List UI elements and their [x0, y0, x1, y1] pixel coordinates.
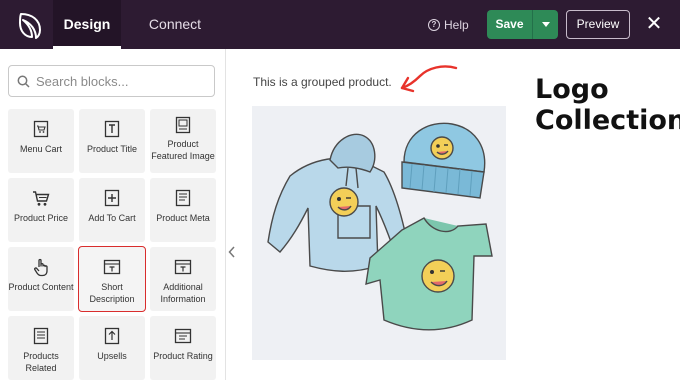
tab-design[interactable]: Design	[53, 0, 121, 49]
help-label: Help	[444, 18, 469, 32]
product-meta-icon	[173, 188, 193, 208]
block-add-to-cart[interactable]: Add To Cart	[79, 178, 145, 242]
additional-info-icon	[173, 257, 193, 277]
block-label: Product Content	[8, 282, 74, 292]
block-additional-information[interactable]: Additional Information	[150, 247, 216, 311]
help-icon: ?	[428, 19, 440, 31]
block-label: Upsells	[97, 351, 127, 361]
save-options-dropdown[interactable]	[533, 10, 558, 39]
top-bar: Design Connect ? Help Save Preview ✕	[0, 0, 680, 49]
product-image	[252, 106, 506, 360]
save-button-group: Save	[487, 10, 558, 39]
red-arrow-annotation	[400, 65, 458, 93]
help-link[interactable]: ? Help	[428, 16, 469, 34]
close-icon[interactable]: ✕	[644, 13, 664, 35]
block-label: Product Price	[13, 213, 69, 223]
block-label: Products Related	[23, 351, 59, 373]
search-blocks-field[interactable]	[8, 65, 215, 97]
short-description-icon	[102, 257, 122, 277]
tshirt-graphic	[365, 217, 493, 331]
logo-collection-title: Logo Collection	[535, 74, 680, 136]
featured-image-icon	[173, 115, 193, 135]
hand-pointer-icon	[31, 257, 51, 277]
block-product-title[interactable]: Product Title	[79, 109, 145, 173]
block-products-related[interactable]: Products Related	[8, 316, 74, 380]
blocks-sidebar: Menu Cart Product Title Product Featured…	[0, 49, 226, 380]
block-label: Product Featured Image	[151, 139, 215, 161]
upsells-icon	[102, 326, 122, 346]
search-icon	[17, 75, 30, 88]
apparel-illustration	[267, 122, 493, 331]
block-menu-cart[interactable]: Menu Cart	[8, 109, 74, 173]
block-label: Additional Information	[160, 282, 206, 304]
title-line-2: Collection	[535, 105, 680, 136]
menu-cart-icon	[31, 119, 51, 139]
block-label: Product Rating	[153, 351, 213, 361]
beanie-graphic	[401, 122, 486, 199]
block-product-meta[interactable]: Product Meta	[150, 178, 216, 242]
block-label: Product Meta	[156, 213, 210, 223]
product-title-icon	[102, 119, 122, 139]
cart-icon	[31, 188, 51, 208]
seedprod-logo-icon[interactable]	[14, 10, 46, 40]
products-related-icon	[31, 326, 51, 346]
block-product-rating[interactable]: Product Rating	[150, 316, 216, 380]
block-label: Short Description	[89, 282, 135, 304]
block-label: Menu Cart	[19, 144, 63, 154]
grouped-product-text: This is a grouped product.	[253, 75, 392, 89]
collapse-sidebar-chevron-icon[interactable]	[228, 246, 238, 260]
block-product-content[interactable]: Product Content	[8, 247, 74, 311]
title-line-1: Logo	[535, 74, 609, 105]
preview-button[interactable]: Preview	[566, 10, 630, 39]
block-product-featured-image[interactable]: Product Featured Image	[150, 109, 216, 173]
save-button[interactable]: Save	[487, 10, 533, 39]
block-label: Add To Cart	[88, 213, 136, 223]
block-product-price[interactable]: Product Price	[8, 178, 74, 242]
block-label: Product Title	[86, 144, 138, 154]
tab-connect[interactable]: Connect	[144, 0, 206, 49]
add-to-cart-icon	[102, 188, 122, 208]
block-upsells[interactable]: Upsells	[79, 316, 145, 380]
block-short-description[interactable]: Short Description	[78, 246, 146, 312]
product-rating-icon	[173, 326, 193, 346]
search-input[interactable]	[36, 73, 196, 89]
